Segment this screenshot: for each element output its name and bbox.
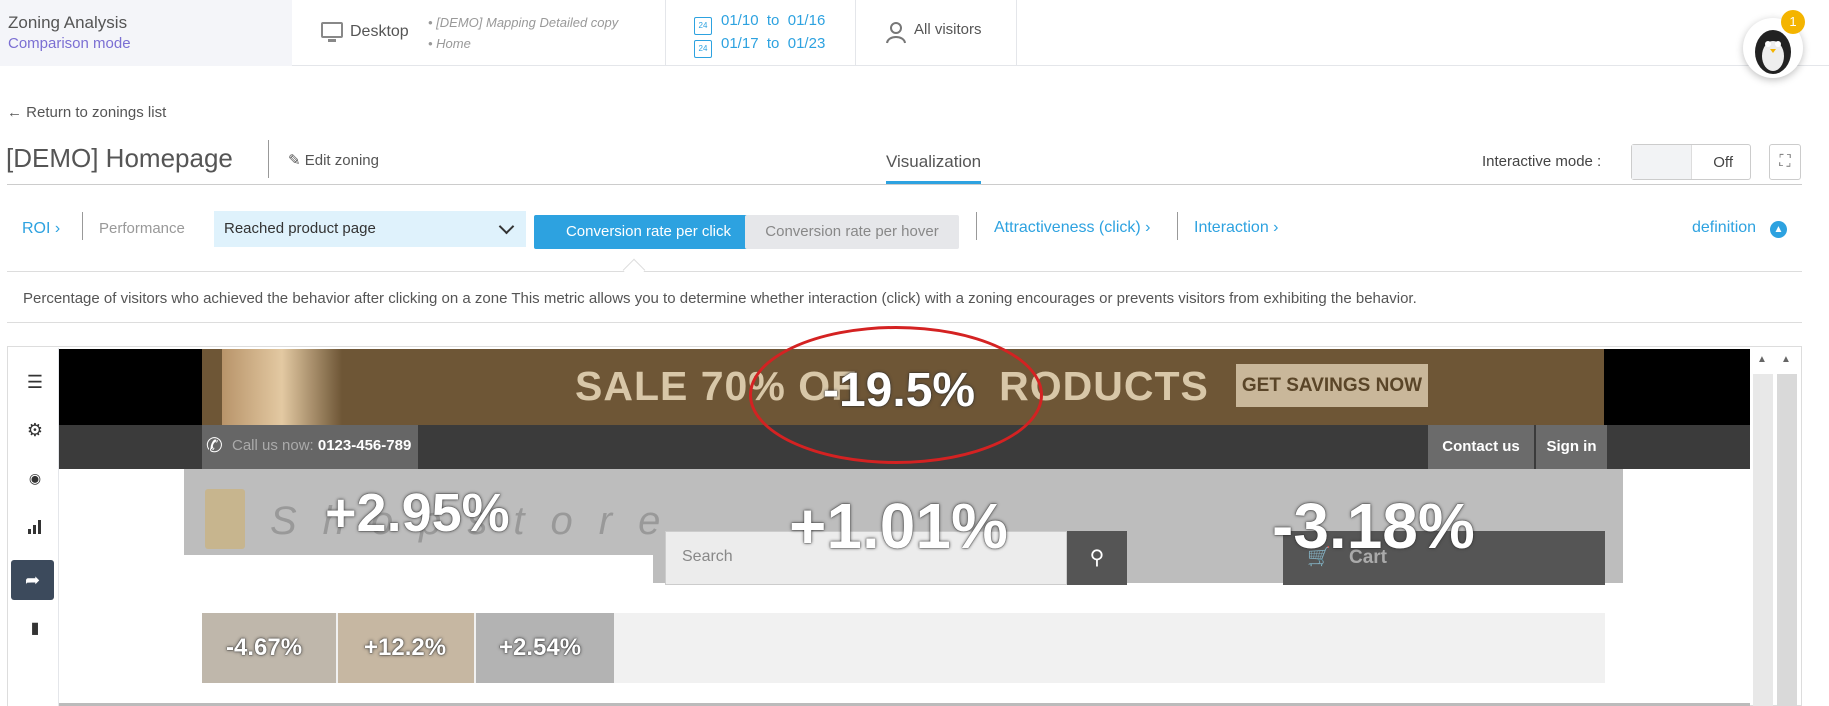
banner-cta: GET SAVINGS NOW [1236,364,1428,407]
date-to-word: to [766,35,780,52]
scroll-thumb[interactable] [1777,374,1797,706]
divider [7,184,1802,185]
scroll-up-icon[interactable]: ▲ [1781,354,1791,365]
assistant-avatar[interactable]: 1 [1743,10,1805,78]
goal-select-value: Reached product page [224,220,376,237]
performance-label: Performance [99,220,185,237]
device-label: Desktop [350,23,409,40]
edit-zoning-label: Edit zoning [304,152,379,169]
banner-image [222,349,342,425]
divider [7,271,1802,272]
calendar-icon: 24 [694,17,712,35]
zone-value-cart: -3.18% [1272,490,1475,562]
call-zone[interactable]: ✆ Call us now: 0123-456-789 [202,425,418,469]
nav-attractiveness-label: Attractiveness (click) [994,219,1141,236]
page-item: • [DEMO] Mapping Detailed copy [428,15,619,30]
side-toolbar: ☰ ⚙ ◉ ➦ ▮ [8,348,59,706]
zone-value-search: +1.01% [789,490,1008,562]
page-item: • Home [428,36,471,51]
preview-scrollbar[interactable]: ▲ ▲ [1753,348,1800,706]
segment-label: All visitors [914,21,982,38]
date-from: 01/17 [721,35,759,52]
search-icon[interactable]: ⚲ [1067,531,1127,585]
fullscreen-icon[interactable]: ⛶ [1769,144,1801,180]
date-from: 01/10 [721,12,759,29]
chevron-up-icon[interactable]: ▲ [1770,221,1787,238]
top-bar: Zoning Analysis Comparison mode Desktop … [0,0,1829,66]
user-icon [886,22,906,44]
edit-zoning-button[interactable]: ✎ Edit zoning [288,151,379,169]
scroll-up-icon[interactable]: ▲ [1757,354,1767,365]
page-title: [DEMO] Homepage [6,143,233,173]
shopping-bag-icon [205,489,245,549]
call-number: 0123-456-789 [317,437,412,454]
definition-link[interactable]: definition [1692,219,1756,237]
desktop-icon [321,22,343,42]
tab-visualization[interactable]: Visualization [886,152,982,184]
notification-badge: 1 [1781,10,1805,34]
conversion-click-button[interactable]: Conversion rate per click [534,215,763,249]
device-selector[interactable]: Desktop • [DEMO] Mapping Detailed copy •… [292,0,666,66]
zone-value-menu-1: -4.67% [226,634,303,661]
scroll-track[interactable] [1753,374,1773,706]
call-label: Call us now: [232,437,314,454]
page-list: • [DEMO] Mapping Detailed copy • Home [428,12,618,54]
zone-value-menu-3: +2.54% [499,634,582,661]
divider [82,212,83,240]
date-to: 01/23 [787,35,826,52]
date-to-word: to [766,12,780,29]
interactive-mode-label: Interactive mode : [1482,153,1602,170]
nav-attractiveness[interactable]: Attractiveness (click) › [994,219,1150,237]
date-range-2: 24 01/17 to 01/23 [694,35,825,58]
nav-interaction[interactable]: Interaction › [1194,219,1279,237]
conversion-hover-button[interactable]: Conversion rate per hover [745,215,959,249]
return-link[interactable]: ← Return to zonings list [7,104,166,121]
nav-roi-label: ROI [22,220,51,237]
calendar-icon: 24 [694,40,712,58]
eye-icon[interactable]: ◉ [25,470,45,487]
zone-value-menu-2: +12.2% [364,634,447,661]
zone-value-logo: +2.95% [325,483,510,543]
highlight-ellipse [749,326,1043,464]
bar-chart-icon[interactable] [25,518,45,539]
comment-icon[interactable]: ▮ [25,618,45,638]
app-title: Zoning Analysis [8,13,128,32]
chevron-right-icon: › [1273,219,1279,236]
divider [7,322,1802,323]
nav-roi[interactable]: ROI › [22,220,60,238]
date-range-selector[interactable]: 24 01/10 to 01/16 24 01/17 to 01/23 [666,0,856,66]
divider [268,140,269,178]
divider [1177,212,1178,240]
goal-select[interactable]: Reached product page [214,211,526,247]
nav-interaction-label: Interaction [1194,219,1269,236]
return-label: Return to zonings list [26,104,167,121]
divider [976,212,977,240]
pencil-icon: ✎ [288,152,301,169]
metric-description: Percentage of visitors who achieved the … [23,290,1417,307]
arrow-left-icon: ← [7,104,22,121]
sign-in-link[interactable]: Sign in [1536,425,1607,469]
chevron-right-icon: › [1145,219,1151,236]
chevron-down-icon [498,218,515,235]
chevron-right-icon: › [54,220,61,237]
share-icon[interactable]: ➦ [11,560,54,600]
date-to: 01/16 [787,12,826,29]
segment-selector[interactable]: All visitors [856,0,1017,66]
tooltip-caret [622,258,646,282]
app-brand: Zoning Analysis Comparison mode [0,0,292,66]
interactive-mode-toggle[interactable]: Off [1631,144,1751,180]
contact-us-link[interactable]: Contact us [1428,425,1534,469]
toggle-knob [1632,145,1692,179]
phone-icon: ✆ [206,435,223,457]
mode-label: Comparison mode [8,35,131,52]
menu-icon[interactable]: ☰ [25,372,45,393]
toggle-state: Off [1713,154,1733,171]
gear-icon[interactable]: ⚙ [25,420,45,441]
date-range-1: 24 01/10 to 01/16 [694,12,825,35]
logo-zone-gap [184,555,653,583]
